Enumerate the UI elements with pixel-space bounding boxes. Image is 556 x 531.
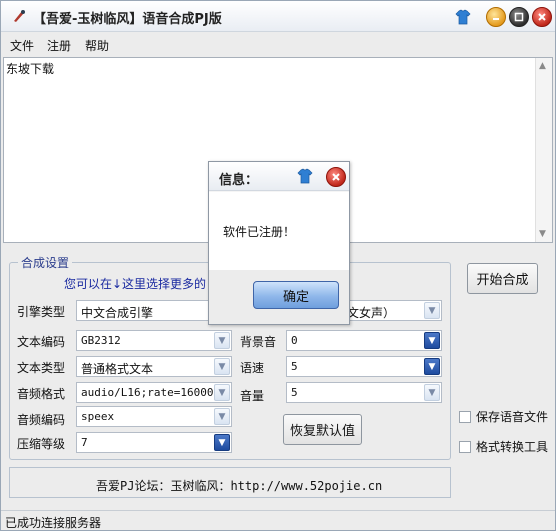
compression-select[interactable]: 7 ▼: [76, 432, 232, 453]
dialog-ok-button[interactable]: 确定: [253, 281, 339, 309]
text-encoding-select[interactable]: GB2312 ▼: [76, 330, 232, 351]
label-engine-type: 引擎类型: [17, 305, 66, 319]
bg-sound-select[interactable]: 0 ▼: [286, 330, 442, 351]
label-compression: 压缩等级: [17, 437, 66, 451]
start-synthesis-button[interactable]: 开始合成: [467, 263, 538, 294]
chevron-down-icon[interactable]: ▼: [424, 302, 440, 319]
checkbox-box[interactable]: [459, 410, 471, 423]
voice-value: 文女声）: [347, 306, 396, 320]
status-text: 已成功连接服务器: [5, 516, 102, 530]
dialog-title: 信息：: [219, 173, 259, 188]
label-speed: 语速: [240, 361, 265, 375]
text-encoding-value: GB2312: [81, 334, 121, 347]
title-bar: 【吾爱-玉树临风】语音合成PJ版: [1, 1, 555, 32]
menu-bar: 文件 注册 帮助: [1, 33, 555, 55]
speed-value: 5: [291, 360, 298, 373]
audio-format-value: audio/L16;rate=16000: [81, 386, 214, 399]
label-text-encoding: 文本编码: [17, 335, 66, 349]
skin-icon[interactable]: [453, 7, 473, 27]
audio-encoding-value: speex: [81, 410, 115, 423]
skin-icon[interactable]: [296, 167, 314, 188]
label-volume: 音量: [240, 389, 265, 403]
chevron-down-icon[interactable]: ▼: [214, 332, 230, 349]
compression-value: 7: [81, 436, 88, 449]
text-type-value: 普通格式文本: [81, 362, 154, 376]
chevron-down-icon[interactable]: ▼: [424, 358, 440, 375]
label-text-type: 文本类型: [17, 361, 66, 375]
dialog-close-button[interactable]: [326, 167, 346, 187]
close-button[interactable]: [532, 7, 552, 27]
window-title: 【吾爱-玉树临风】语音合成PJ版: [33, 12, 222, 27]
reset-defaults-button[interactable]: 恢复默认值: [283, 414, 362, 445]
text-content: 东坡下载: [6, 62, 55, 76]
app-icon: [11, 8, 27, 24]
maximize-button[interactable]: [509, 7, 529, 27]
scroll-up-icon[interactable]: ▲: [539, 61, 546, 71]
menu-register[interactable]: 注册: [47, 37, 71, 54]
save-audio-checkbox[interactable]: 保存语音文件: [459, 408, 548, 425]
volume-select[interactable]: 5 ▼: [286, 382, 442, 403]
status-bar: 已成功连接服务器: [1, 510, 555, 530]
chevron-down-icon[interactable]: ▼: [214, 384, 230, 401]
menu-help[interactable]: 帮助: [85, 37, 109, 54]
audio-format-select[interactable]: audio/L16;rate=16000 ▼: [76, 382, 232, 403]
dialog-body: 软件已注册！: [209, 192, 349, 270]
chevron-down-icon[interactable]: ▼: [424, 332, 440, 349]
speed-select[interactable]: 5 ▼: [286, 356, 442, 377]
minimize-button[interactable]: [486, 7, 506, 27]
volume-value: 5: [291, 386, 298, 399]
group-title: 合成设置: [18, 254, 73, 271]
label-audio-encoding: 音频编码: [17, 413, 66, 427]
footer-info-box: 吾爱PJ论坛：玉树临风：http://www.52pojie.cn: [9, 467, 451, 498]
chevron-down-icon[interactable]: ▼: [214, 408, 230, 425]
save-audio-label: 保存语音文件: [476, 410, 549, 424]
app-window: 【吾爱-玉树临风】语音合成PJ版 文件 注册 帮助 东坡下载 ▲ ▼ 合成设置 …: [0, 0, 556, 531]
convert-tool-checkbox[interactable]: 格式转换工具: [459, 438, 548, 455]
dialog-message: 软件已注册！: [223, 225, 296, 239]
engine-type-value: 中文合成引擎: [81, 306, 154, 320]
dialog-title-bar: 信息：: [209, 162, 349, 191]
info-dialog: 信息： 软件已注册！ 确定: [208, 161, 350, 325]
scroll-down-icon[interactable]: ▼: [539, 229, 546, 239]
checkbox-box[interactable]: [459, 440, 471, 453]
convert-tool-label: 格式转换工具: [476, 440, 549, 454]
menu-file[interactable]: 文件: [10, 37, 34, 54]
text-type-select[interactable]: 普通格式文本 ▼: [76, 356, 232, 377]
vertical-scrollbar[interactable]: ▲ ▼: [535, 58, 552, 242]
chevron-down-icon[interactable]: ▼: [424, 384, 440, 401]
chevron-down-icon[interactable]: ▼: [214, 358, 230, 375]
label-bg-sound: 背景音: [240, 335, 277, 349]
audio-encoding-select[interactable]: speex ▼: [76, 406, 232, 427]
chevron-down-icon[interactable]: ▼: [214, 434, 230, 451]
bg-sound-value: 0: [291, 334, 298, 347]
hint-text: 您可以在↓这里选择更多的: [64, 277, 207, 291]
label-audio-format: 音频格式: [17, 387, 66, 401]
footer-text: 吾爱PJ论坛：玉树临风：http://www.52pojie.cn: [96, 479, 383, 493]
